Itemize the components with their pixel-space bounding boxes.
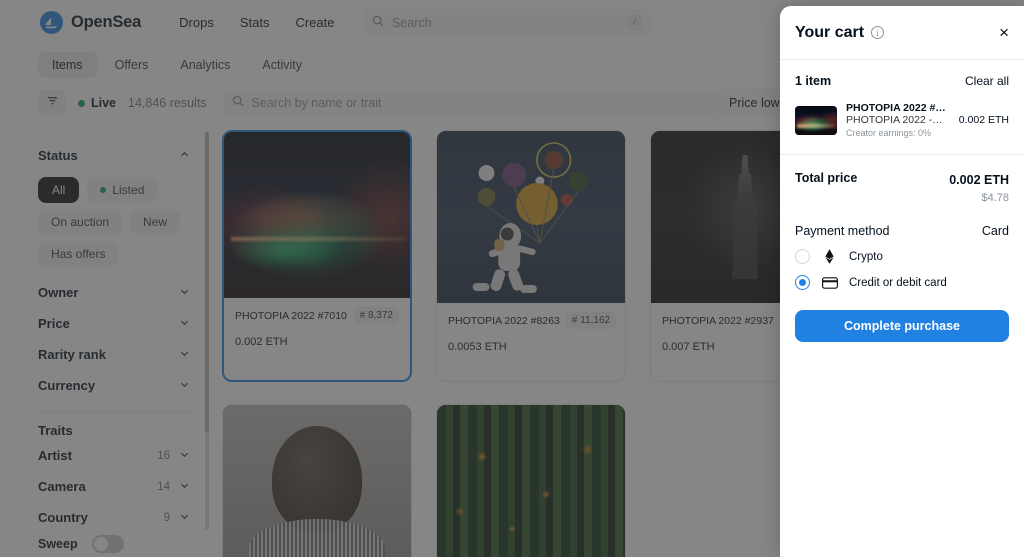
payment-option-card[interactable]: Credit or debit card — [780, 264, 1024, 290]
close-icon[interactable]: × — [999, 24, 1009, 41]
complete-purchase-button[interactable]: Complete purchase — [795, 310, 1009, 342]
cart-line-item[interactable]: PHOTOPIA 2022 #7… PHOTOPIA 2022 -… Creat… — [780, 98, 1024, 154]
cart-item-collection: PHOTOPIA 2022 -… — [846, 114, 943, 126]
info-icon[interactable]: i — [871, 26, 885, 39]
cart-title: Your cart — [795, 23, 865, 41]
cart-item-name: PHOTOPIA 2022 #7… — [846, 102, 950, 114]
payment-method-row: Payment method Card — [780, 204, 1024, 238]
ethereum-icon — [821, 249, 838, 264]
cart-item-thumbnail — [795, 105, 837, 135]
cart-item-creator-earnings: Creator earnings: 0% — [846, 128, 932, 138]
radio-credit-card[interactable] — [795, 275, 810, 290]
cart-header: Your cart i × — [780, 6, 1024, 60]
clear-all-button[interactable]: Clear all — [965, 74, 1009, 88]
cart-summary-row: 1 item Clear all — [780, 60, 1024, 98]
total-price-usd: $4.78 — [981, 192, 1009, 204]
payment-method-label: Payment method — [795, 224, 890, 238]
payment-method-value: Card — [981, 224, 1009, 238]
payment-option-crypto[interactable]: Crypto — [780, 238, 1024, 264]
payment-option-label: Credit or debit card — [849, 276, 947, 289]
shopping-cart-panel: Your cart i × 1 item Clear all PHOTOPIA … — [780, 6, 1024, 557]
cart-item-count: 1 item — [795, 74, 832, 88]
total-price-eth: 0.002 ETH — [949, 173, 1009, 187]
total-price-label: Total price — [795, 171, 858, 185]
credit-card-icon — [821, 276, 838, 289]
cart-item-price: 0.002 ETH — [958, 114, 1009, 126]
payment-option-label: Crypto — [849, 250, 883, 263]
app-root: OpenSea Drops Stats Create Search / — [0, 0, 1024, 557]
cart-total-row: Total price 0.002 ETH $4.78 — [780, 155, 1024, 204]
radio-crypto[interactable] — [795, 249, 810, 264]
